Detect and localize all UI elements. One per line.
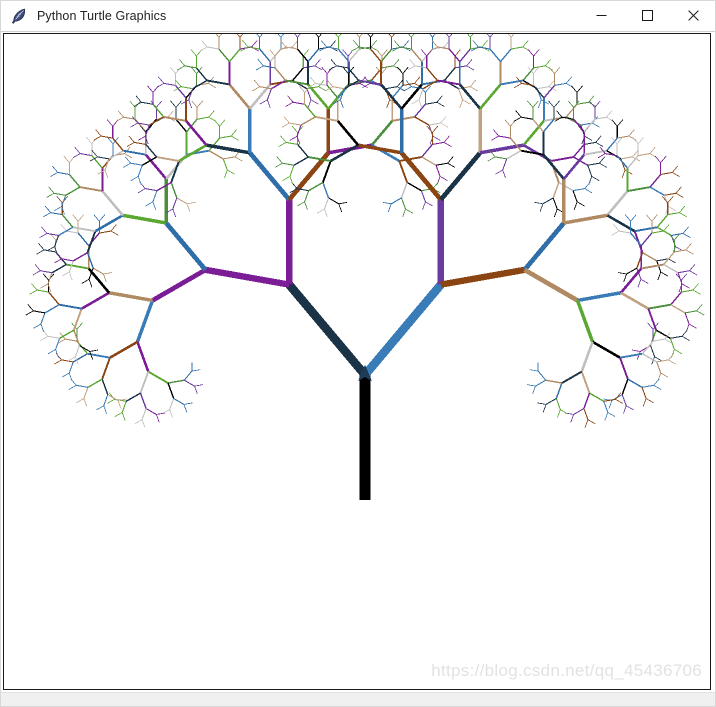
turtle-graphics-window: Python Turtle Graphics https://blog.csdn… (0, 0, 716, 707)
feather-quill-icon (11, 8, 26, 24)
close-button[interactable] (670, 0, 716, 31)
maximize-icon (641, 10, 653, 21)
window-title: Python Turtle Graphics (37, 8, 167, 23)
close-icon (687, 10, 699, 21)
turtle-canvas-area[interactable]: https://blog.csdn.net/qq_45436706 (3, 33, 711, 690)
window-controls (578, 0, 716, 31)
minimize-button[interactable] (578, 0, 624, 31)
window-bottom-chrome (0, 692, 716, 707)
turtle-drawing-canvas[interactable] (4, 34, 710, 689)
titlebar[interactable]: Python Turtle Graphics (0, 0, 716, 32)
maximize-button[interactable] (624, 0, 670, 31)
minimize-icon (596, 15, 606, 16)
titlebar-left: Python Turtle Graphics (0, 7, 578, 25)
